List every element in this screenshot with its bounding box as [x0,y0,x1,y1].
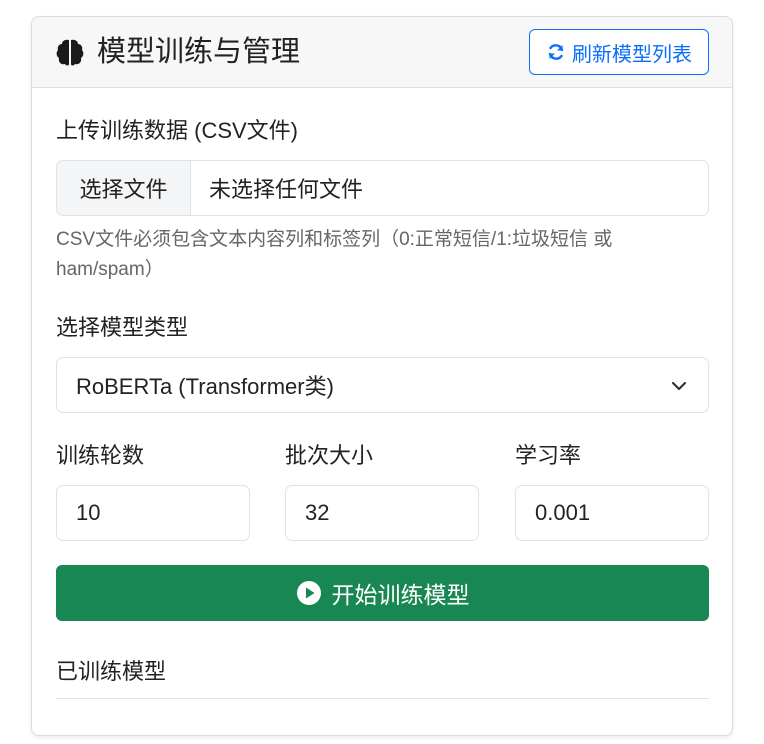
upload-label: 上传训练数据 (CSV文件) [56,118,299,143]
upload-help-text: CSV文件必须包含文本内容列和标签列（0:正常短信/1:垃圾短信 或 ham/s… [56,229,613,280]
start-training-button[interactable]: 开始训练模型 [56,565,709,621]
model-type-label: 选择模型类型 [56,315,189,340]
csv-file-input[interactable]: 选择文件 未选择任何文件 [56,160,709,216]
learning-rate-label: 学习率 [515,443,582,468]
refresh-button-label: 刷新模型列表 [572,43,692,66]
choose-file-button[interactable]: 选择文件 [57,161,191,215]
start-training-label: 开始训练模型 [331,582,470,608]
model-type-selected: RoBERTa (Transformer类) [76,374,334,399]
epochs-input[interactable]: 10 [56,485,250,541]
page-title: 模型训练与管理 [97,36,301,68]
epochs-label: 训练轮数 [56,443,145,468]
brain-icon [56,39,84,66]
model-training-card: 模型训练与管理 刷新模型列表 上传训练数据 (CSV文件) 选择文件 未选择任何… [31,16,733,736]
chevron-down-icon [671,381,687,391]
card-header: 模型训练与管理 刷新模型列表 [32,17,732,88]
model-type-select[interactable]: RoBERTa (Transformer类) [56,357,709,413]
refresh-icon [548,44,564,60]
learning-rate-input[interactable]: 0.001 [515,485,709,541]
batch-size-label: 批次大小 [285,443,374,468]
file-status-text: 未选择任何文件 [209,177,364,202]
batch-size-input[interactable]: 32 [285,485,479,541]
play-circle-icon [296,581,321,605]
trained-models-heading: 已训练模型 [56,659,167,684]
refresh-models-button[interactable]: 刷新模型列表 [529,29,709,75]
section-divider [56,698,709,699]
